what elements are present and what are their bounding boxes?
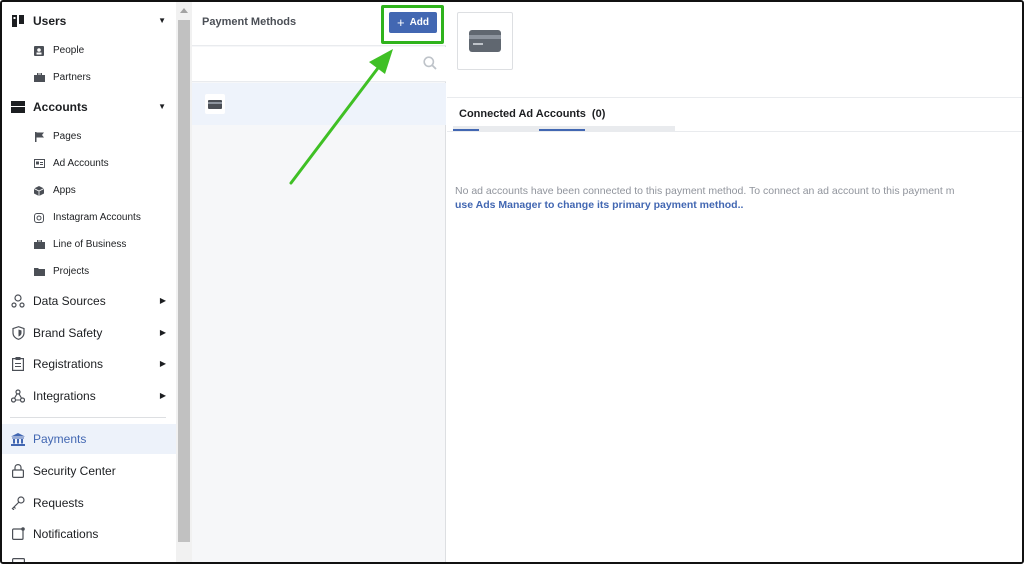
person-icon (33, 45, 45, 57)
sidebar-item-notifications[interactable]: Notifications (2, 520, 176, 547)
payment-method-detail: Connected Ad Accounts (0) No ad accounts … (447, 2, 1022, 562)
sidebar: Users ▼ People Partners Accounts ▼ Pages… (2, 2, 176, 562)
instagram-icon (33, 212, 45, 224)
tab-label: Connected Ad Accounts (0) (459, 108, 605, 120)
briefcase-icon (33, 239, 45, 251)
ad-account-icon (33, 158, 45, 170)
sidebar-item-ad-accounts[interactable]: Ad Accounts (2, 150, 176, 177)
sidebar-item-label: Partners (53, 72, 91, 83)
sidebar-item-label: Brand Safety (33, 325, 103, 340)
sidebar-divider (10, 417, 166, 418)
sidebar-item-requests[interactable]: Requests (2, 489, 176, 516)
chevron-right-icon: ▶ (159, 296, 166, 305)
sidebar-item-label: Instagram Accounts (53, 212, 141, 223)
ads-manager-link[interactable]: use Ads Manager to change its primary pa… (455, 199, 743, 211)
sidebar-item-label: Integrations (33, 388, 96, 403)
flag-icon (33, 131, 45, 143)
sidebar-item-label: Pages (53, 131, 82, 142)
sidebar-item-label: Users (33, 13, 67, 28)
tab-title: Connected Ad Accounts (459, 108, 586, 120)
bank-icon (10, 431, 26, 447)
sidebar-item-label: Registrations (33, 356, 104, 371)
shield-icon (10, 325, 26, 341)
annotation-highlight-box (381, 5, 444, 44)
search-icon[interactable] (423, 56, 437, 70)
chevron-right-icon: ▶ (159, 391, 166, 400)
payment-method-item[interactable] (192, 83, 446, 125)
sidebar-item-users[interactable]: Users ▼ (2, 7, 176, 34)
cube-icon (33, 185, 45, 197)
sidebar-scrollbar[interactable] (176, 2, 192, 562)
page-title: Payment Methods (202, 16, 297, 28)
credit-card-icon (457, 12, 513, 70)
detail-header (447, 2, 1022, 98)
sidebar-item-label: Data Sources (33, 293, 106, 308)
sidebar-item-projects[interactable]: Projects (2, 258, 176, 285)
sidebar-item-brand-safety[interactable]: Brand Safety ▶ (2, 319, 176, 346)
info-icon (10, 557, 26, 562)
scrollbar-thumb[interactable] (178, 20, 190, 542)
folder-icon (33, 266, 45, 278)
sidebar-item-label: Requests (33, 495, 84, 510)
lock-icon (10, 463, 26, 479)
app-window: Users ▼ People Partners Accounts ▼ Pages… (0, 0, 1024, 564)
payment-methods-panel: Payment Methods + Add (192, 2, 446, 562)
empty-state-message: No ad accounts have been connected to th… (455, 185, 955, 197)
sidebar-item-people[interactable]: People (2, 37, 176, 64)
sidebar-item-label: Projects (53, 266, 90, 277)
chevron-right-icon: ▶ (159, 328, 166, 337)
briefcase-icon (10, 99, 26, 115)
sidebar-item-registrations[interactable]: Registrations ▶ (2, 350, 176, 377)
sidebar-item-partners[interactable]: Partners (2, 64, 176, 91)
data-sources-icon (10, 293, 26, 309)
sidebar-item-label: Accounts (33, 99, 88, 114)
sidebar-item-label: Security Center (33, 463, 116, 478)
chevron-down-icon: ▼ (158, 102, 166, 111)
clipboard-icon (10, 356, 26, 372)
sidebar-item-integrations[interactable]: Integrations ▶ (2, 382, 176, 409)
search-row[interactable] (192, 47, 446, 82)
key-icon (10, 495, 26, 511)
sidebar-item-line-of-business[interactable]: Line of Business (2, 231, 176, 258)
partners-icon (33, 72, 45, 84)
chevron-down-icon: ▼ (158, 16, 166, 25)
sidebar-item-data-sources[interactable]: Data Sources ▶ (2, 287, 176, 314)
tab-divider (447, 131, 1022, 132)
sidebar-item-security-center[interactable]: Security Center (2, 457, 176, 484)
sidebar-item-accounts[interactable]: Accounts ▼ (2, 93, 176, 120)
sidebar-item-label: People (53, 45, 85, 56)
notification-icon (10, 526, 26, 542)
integrations-icon (10, 388, 26, 404)
credit-card-icon (205, 94, 225, 114)
sidebar-item-pages[interactable]: Pages (2, 123, 176, 150)
sidebar-item-label: Line of Business (53, 239, 127, 250)
sidebar-item-apps[interactable]: Apps (2, 177, 176, 204)
chevron-right-icon: ▶ (159, 359, 166, 368)
sidebar-item-label: Apps (53, 185, 76, 196)
tab-count: (0) (591, 108, 606, 120)
sidebar-item-instagram-accounts[interactable]: Instagram Accounts (2, 204, 176, 231)
sidebar-item-label: Payments (33, 432, 87, 446)
sidebar-item-label: Notifications (33, 526, 99, 541)
users-icon (10, 13, 26, 29)
sidebar-item-cut-off[interactable] (2, 551, 176, 562)
scroll-up-arrow-icon[interactable] (180, 8, 188, 13)
sidebar-item-label: Ad Accounts (53, 158, 109, 169)
sidebar-item-payments[interactable]: Payments (2, 424, 176, 454)
